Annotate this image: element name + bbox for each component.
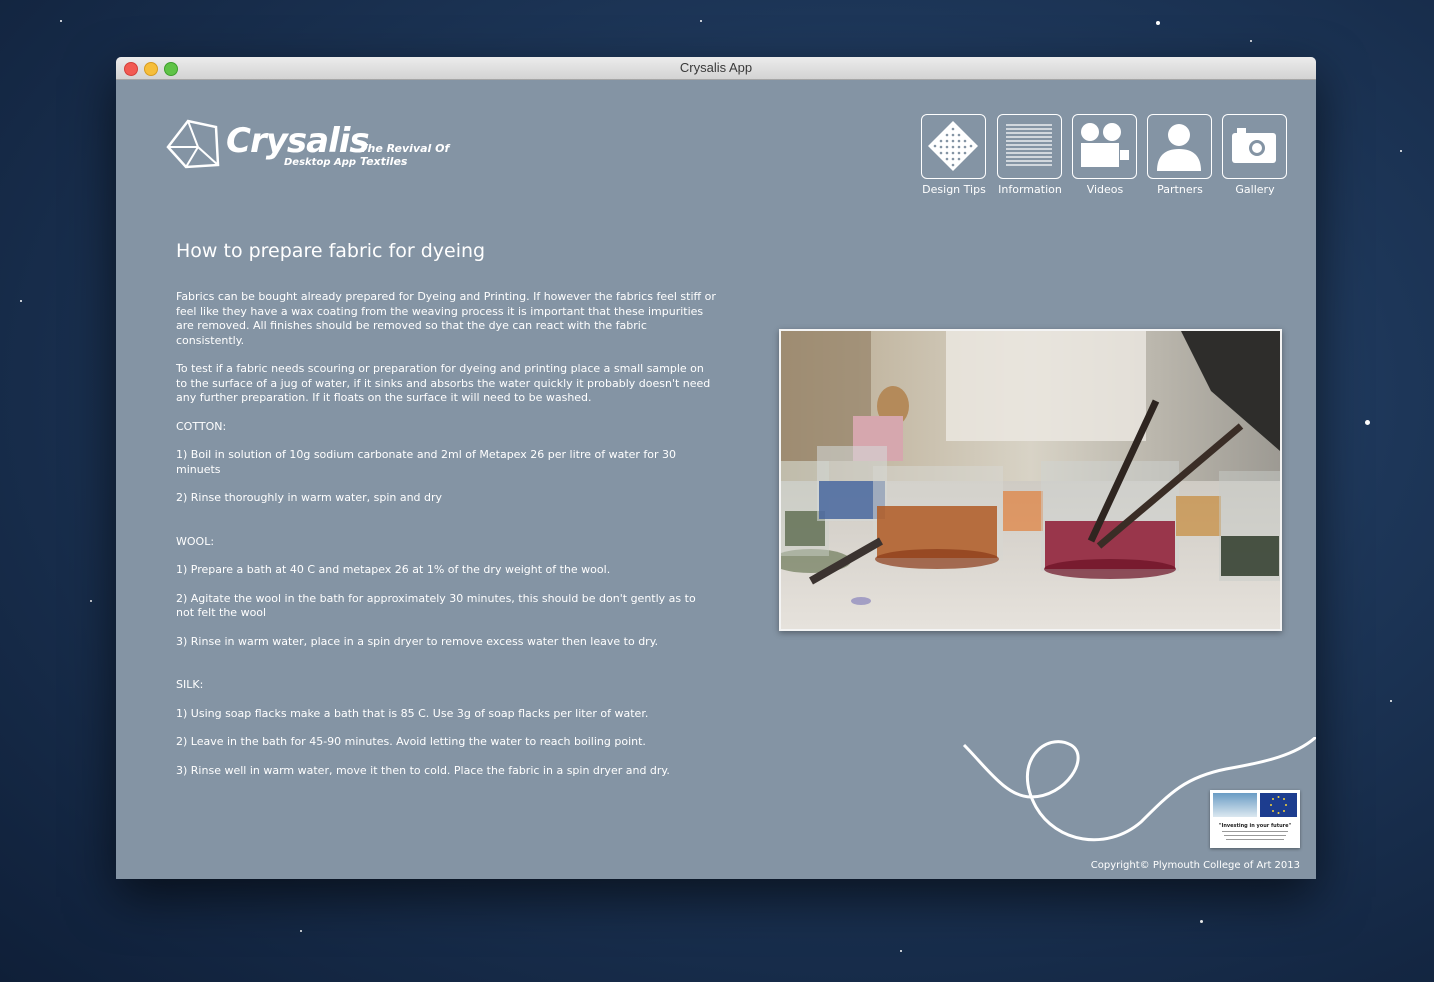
dye-photo-frame (779, 329, 1282, 631)
cube-logo-icon (166, 119, 220, 169)
crysalis-logo: Crysalis Desktop App The Revival Of Text… (164, 117, 484, 177)
section-title-wool: WOOL: (176, 534, 215, 548)
article-heading: How to prepare fabric for dyeing (176, 240, 486, 262)
title-bar[interactable]: Crysalis App (116, 57, 1316, 80)
silk-step: 3) Rinse well in warm water, move it the… (176, 763, 670, 777)
article-test: To test if a fabric needs scouring or pr… (176, 362, 711, 404)
wool-step: 3) Rinse in warm water, place in a spin … (176, 634, 659, 648)
section-title-cotton: COTTON: (176, 419, 227, 433)
nav-label: Gallery (1235, 183, 1275, 196)
nav-design-tips-button[interactable] (921, 114, 986, 179)
nav-videos-button[interactable] (1072, 114, 1137, 179)
cotton-step: 2) Rinse thoroughly in warm water, spin … (176, 491, 443, 504)
lines-icon (1006, 124, 1052, 166)
silk-step: 2) Leave in the bath for 45-90 minutes. … (176, 735, 646, 748)
dye-jars-photo (781, 331, 1280, 629)
nav-partners-button[interactable] (1147, 114, 1212, 179)
grid-pattern-icon (928, 121, 978, 171)
video-camera-icon (1081, 123, 1129, 167)
app-window: Crysalis App Crysalis Desktop App The Re… (116, 57, 1316, 879)
nav-information-button[interactable] (997, 114, 1062, 179)
brand-name: Crysalis (226, 121, 370, 161)
window-title: Crysalis App (679, 60, 753, 75)
person-icon (1157, 124, 1201, 171)
badge-tagline: "Investing in your future" (1218, 823, 1292, 829)
wool-step: 1) Prepare a bath at 40 C and metapex 26… (176, 563, 611, 576)
eu-flag-icon (1260, 793, 1297, 817)
wool-step: 2) Agitate the wool in the bath for appr… (176, 591, 696, 620)
brand-subtitle: Desktop App (284, 157, 357, 168)
camera-icon (1232, 128, 1276, 163)
nav-gallery-button[interactable] (1222, 114, 1287, 179)
article: How to prepare fabric for dyeing Fabrics… (176, 240, 716, 778)
brand-tagline: The Revival Of Textiles (360, 142, 450, 168)
section-title-silk: SILK: (176, 678, 204, 691)
article-intro: Fabrics can be bought already prepared f… (176, 290, 716, 347)
eu-funding-badge: "Investing in your future" (1210, 790, 1300, 848)
cotton-step: 1) Boil in solution of 10g sodium carbon… (176, 448, 677, 476)
copyright-text: Copyright© Plymouth College of Art 2013 (1090, 860, 1300, 871)
silk-step: 1) Using soap flacks make a bath that is… (176, 706, 649, 720)
